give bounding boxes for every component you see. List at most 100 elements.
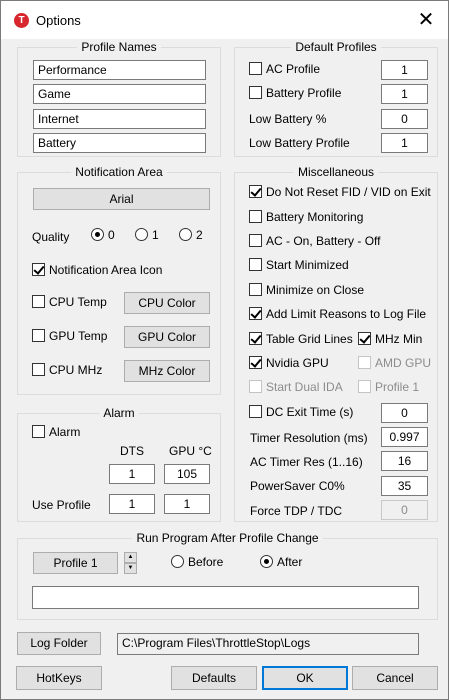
- font-button[interactable]: Arial: [33, 188, 210, 210]
- ac-timer-res-label: AC Timer Res (1..16): [250, 455, 363, 469]
- ac-on-battery-off-checkbox[interactable]: AC - On, Battery - Off: [249, 234, 380, 250]
- profile1-checkbox-box[interactable]: [358, 380, 371, 393]
- close-icon[interactable]: ✕: [410, 7, 442, 33]
- dc-exit-time-value[interactable]: 0: [381, 403, 428, 423]
- table-grid-lines-checkbox-box[interactable]: [249, 332, 262, 345]
- log-folder-button[interactable]: Log Folder: [17, 632, 101, 655]
- log-folder-path[interactable]: C:\Program Files\ThrottleStop\Logs: [117, 633, 419, 655]
- timer-resolution-value[interactable]: 0.997: [381, 427, 428, 447]
- amd-gpu-checkbox-box[interactable]: [358, 356, 371, 369]
- low-battery-profile-label: Low Battery Profile: [249, 136, 350, 150]
- profile1-label: Profile 1: [375, 380, 420, 394]
- alarm-gpu-value[interactable]: 105: [164, 464, 210, 484]
- profile-name-field-2[interactable]: Game: [33, 84, 206, 104]
- after-radio-dot[interactable]: [260, 555, 273, 568]
- cpu-mhz-label: CPU MHz: [49, 363, 103, 377]
- profile1-checkbox[interactable]: Profile 1: [358, 380, 419, 396]
- notification-area-icon-checkbox[interactable]: Notification Area Icon: [32, 263, 162, 279]
- mhz-min-checkbox[interactable]: MHz Min: [358, 332, 422, 348]
- spinner-up-icon[interactable]: ▲: [124, 552, 137, 563]
- start-minimized-checkbox[interactable]: Start Minimized: [249, 258, 349, 274]
- cpu-color-button[interactable]: CPU Color: [124, 292, 210, 314]
- dc-exit-time-checkbox[interactable]: DC Exit Time (s): [249, 405, 353, 421]
- cpu-temp-checkbox[interactable]: CPU Temp: [32, 295, 107, 311]
- gpu-temp-checkbox-box[interactable]: [32, 329, 45, 342]
- battery-monitoring-checkbox-box[interactable]: [249, 210, 262, 223]
- battery-monitoring-checkbox[interactable]: Battery Monitoring: [249, 210, 363, 226]
- title-bar[interactable]: T Options ✕: [1, 1, 448, 39]
- gpu-color-button[interactable]: GPU Color: [124, 326, 210, 348]
- quality-radio-2-label: 2: [196, 228, 203, 242]
- nvidia-gpu-checkbox[interactable]: Nvidia GPU: [249, 356, 329, 372]
- low-battery-profile-value[interactable]: 1: [381, 133, 428, 153]
- nvidia-gpu-label: Nvidia GPU: [266, 356, 329, 370]
- quality-radio-2[interactable]: 2: [179, 228, 203, 244]
- alarm-checkbox[interactable]: Alarm: [32, 425, 80, 441]
- after-radio-label: After: [277, 555, 303, 569]
- alarm-dts-value[interactable]: 1: [109, 464, 155, 484]
- before-radio-dot[interactable]: [171, 555, 184, 568]
- run-program-profile-button[interactable]: Profile 1: [33, 552, 118, 574]
- before-radio-label: Before: [188, 555, 224, 569]
- quality-radio-2-dot[interactable]: [179, 228, 192, 241]
- force-tdp-tdc-label: Force TDP / TDC: [250, 504, 343, 518]
- cpu-temp-checkbox-box[interactable]: [32, 295, 45, 308]
- quality-radio-0-dot[interactable]: [91, 228, 104, 241]
- dc-exit-time-label: DC Exit Time (s): [266, 405, 354, 419]
- ac-timer-res-value[interactable]: 16: [381, 451, 428, 471]
- quality-radio-1-dot[interactable]: [135, 228, 148, 241]
- low-battery-percent-value[interactable]: 0: [381, 109, 428, 129]
- program-path-input[interactable]: [32, 586, 419, 609]
- defaults-button[interactable]: Defaults: [171, 666, 257, 690]
- powersaver-value[interactable]: 35: [381, 476, 428, 496]
- add-limit-reasons-checkbox-box[interactable]: [249, 307, 262, 320]
- powersaver-label: PowerSaver C0%: [250, 479, 345, 493]
- cancel-button[interactable]: Cancel: [352, 666, 438, 690]
- mhz-color-button[interactable]: MHz Color: [124, 360, 210, 382]
- amd-gpu-checkbox[interactable]: AMD GPU: [358, 356, 431, 372]
- cpu-mhz-checkbox[interactable]: CPU MHz: [32, 363, 102, 379]
- after-radio[interactable]: After: [260, 555, 302, 571]
- profile-spinner[interactable]: ▲ ▼: [124, 552, 137, 574]
- minimize-on-close-checkbox-box[interactable]: [249, 283, 262, 296]
- start-dual-ida-checkbox-box[interactable]: [249, 380, 262, 393]
- low-battery-percent-label: Low Battery %: [249, 112, 327, 126]
- profile-name-field-1[interactable]: Performance: [33, 60, 206, 80]
- profile-name-field-3[interactable]: Internet: [33, 109, 206, 129]
- profile-name-field-4[interactable]: Battery: [33, 133, 206, 153]
- minimize-on-close-checkbox[interactable]: Minimize on Close: [249, 283, 364, 299]
- hotkeys-button[interactable]: HotKeys: [16, 666, 102, 690]
- table-grid-lines-checkbox[interactable]: Table Grid Lines: [249, 332, 353, 348]
- ok-button[interactable]: OK: [262, 666, 348, 690]
- quality-radio-0[interactable]: 0: [91, 228, 115, 244]
- use-profile-gpu-value[interactable]: 1: [164, 494, 210, 514]
- do-not-reset-fid-vid-checkbox-box[interactable]: [249, 185, 262, 198]
- mhz-min-label: MHz Min: [375, 332, 423, 346]
- ac-on-battery-off-label: AC - On, Battery - Off: [266, 234, 381, 248]
- before-radio[interactable]: Before: [171, 555, 223, 571]
- battery-profile-checkbox[interactable]: Battery Profile: [249, 86, 341, 102]
- add-limit-reasons-checkbox[interactable]: Add Limit Reasons to Log File: [249, 307, 426, 323]
- spinner-down-icon[interactable]: ▼: [124, 563, 137, 574]
- battery-profile-value[interactable]: 1: [381, 84, 428, 104]
- ac-profile-checkbox[interactable]: AC Profile: [249, 62, 320, 78]
- alarm-checkbox-box[interactable]: [32, 425, 45, 438]
- battery-profile-checkbox-box[interactable]: [249, 86, 262, 99]
- ac-profile-value[interactable]: 1: [381, 60, 428, 80]
- table-grid-lines-label: Table Grid Lines: [266, 332, 353, 346]
- start-minimized-checkbox-box[interactable]: [249, 258, 262, 271]
- start-minimized-label: Start Minimized: [266, 258, 349, 272]
- ac-profile-checkbox-box[interactable]: [249, 62, 262, 75]
- ac-on-battery-off-checkbox-box[interactable]: [249, 234, 262, 247]
- quality-radio-1[interactable]: 1: [135, 228, 159, 244]
- use-profile-dts-value[interactable]: 1: [109, 494, 155, 514]
- cpu-mhz-checkbox-box[interactable]: [32, 363, 45, 376]
- gpu-temp-checkbox[interactable]: GPU Temp: [32, 329, 107, 345]
- throttlestop-app-icon: T: [14, 13, 29, 28]
- start-dual-ida-checkbox[interactable]: Start Dual IDA: [249, 380, 343, 396]
- mhz-min-checkbox-box[interactable]: [358, 332, 371, 345]
- dc-exit-time-checkbox-box[interactable]: [249, 405, 262, 418]
- nvidia-gpu-checkbox-box[interactable]: [249, 356, 262, 369]
- notification-area-icon-checkbox-box[interactable]: [32, 263, 45, 276]
- do-not-reset-fid-vid-checkbox[interactable]: Do Not Reset FID / VID on Exit: [249, 185, 431, 201]
